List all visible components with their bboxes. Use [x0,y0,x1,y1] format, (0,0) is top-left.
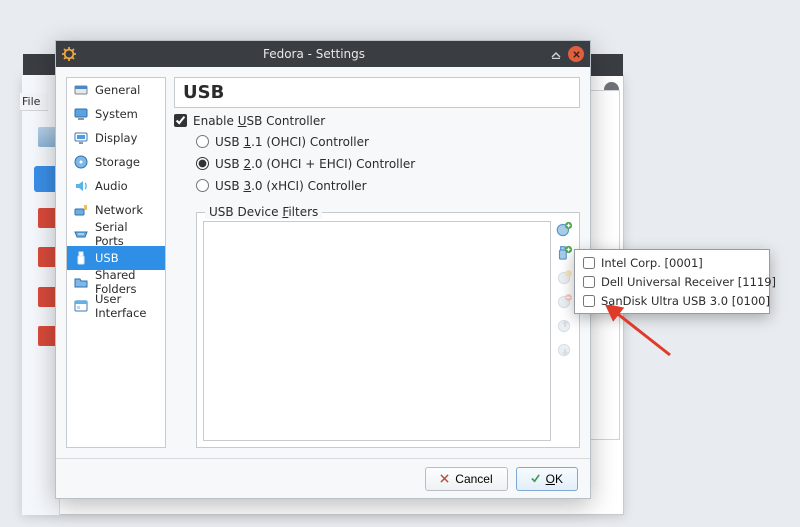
sidebar-item-display[interactable]: Display [67,126,165,150]
sidebar-item-label: Audio [95,179,128,193]
sidebar-item-usb[interactable]: USB [67,246,165,270]
settings-content-usb: USB Enable USB Controller USB 1.1 (OHCI)… [174,77,580,448]
usb-device-menuitem[interactable]: Intel Corp. [0001] [577,253,767,272]
sidebar-item-label: Network [95,203,143,217]
sidebar-item-label: Storage [95,155,140,169]
move-filter-down-button [555,341,573,359]
audio-icon [73,178,89,194]
usb-device-menuitem[interactable]: SanDisk Ultra USB 3.0 [0100] [577,291,767,310]
network-icon [73,202,89,218]
usb-device-filters-fieldset: USB Device Filters [196,212,580,448]
radio-label: USB 1.1 (OHCI) Controller [215,136,369,148]
dialog-titlebar: Fedora - Settings [56,41,590,67]
sidebar-item-label: General [95,83,140,97]
cancel-icon [440,474,449,483]
serial-ports-icon [73,226,89,242]
user-interface-icon [73,298,89,314]
minimize-button[interactable] [548,46,564,62]
sidebar-item-storage[interactable]: Storage [67,150,165,174]
usb-device-checkbox[interactable] [583,276,595,288]
shared-folders-icon [73,274,89,290]
usb-device-label: SanDisk Ultra USB 3.0 [0100] [601,294,770,308]
sidebar-item-audio[interactable]: Audio [67,174,165,198]
sidebar-item-label: System [95,107,138,121]
ok-button[interactable]: OK [516,467,578,491]
radio-label: USB 3.0 (xHCI) Controller [215,180,367,192]
checkbox-label: Enable USB Controller [193,115,325,127]
panel-heading: USB [183,82,571,103]
usb-2-0-radio-input[interactable] [196,157,209,170]
usb-device-checkbox[interactable] [583,257,595,269]
general-icon [73,82,89,98]
sidebar-item-user-interface[interactable]: User Interface [67,294,165,318]
storage-icon [73,154,89,170]
ok-icon [531,474,540,483]
usb-filters-listbox[interactable] [203,221,551,441]
usb-version-radiogroup: USB 1.1 (OHCI) Controller USB 2.0 (OHCI … [174,135,580,192]
usb-3-0-radio[interactable]: USB 3.0 (xHCI) Controller [196,179,580,192]
usb-1-1-radio[interactable]: USB 1.1 (OHCI) Controller [196,135,580,148]
usb-icon [73,250,89,266]
usb-device-menuitem[interactable]: Dell Universal Receiver [1119] [577,272,767,291]
usb-device-label: Dell Universal Receiver [1119] [601,275,776,289]
settings-dialog: Fedora - Settings General System Display [55,40,591,499]
sidebar-item-general[interactable]: General [67,78,165,102]
usb-filter-button-column [555,221,575,359]
sidebar-item-serial-ports[interactable]: Serial Ports [67,222,165,246]
add-filter-from-device-button[interactable] [555,245,573,263]
display-icon [73,130,89,146]
sidebar-item-label: User Interface [95,292,159,320]
usb-device-checkbox[interactable] [583,295,595,307]
edit-filter-button [555,269,573,287]
sidebar-item-label: USB [95,251,119,265]
sidebar-item-system[interactable]: System [67,102,165,126]
sidebar-item-shared-folders[interactable]: Shared Folders [67,270,165,294]
system-icon [73,106,89,122]
usb-3-0-radio-input[interactable] [196,179,209,192]
usb-2-0-radio[interactable]: USB 2.0 (OHCI + EHCI) Controller [196,157,580,170]
file-menu-label: File [22,95,40,108]
sidebar-item-label: Serial Ports [95,220,159,248]
button-label: OK [546,472,563,486]
close-button[interactable] [568,46,584,62]
button-label: Cancel [455,472,492,486]
sidebar-item-network[interactable]: Network [67,198,165,222]
sidebar-item-label: Display [95,131,137,145]
move-filter-up-button [555,317,573,335]
add-empty-filter-button[interactable] [555,221,573,239]
remove-filter-button [555,293,573,311]
file-menu[interactable]: File [20,93,48,111]
panel-heading-box: USB [174,77,580,108]
usb-1-1-radio-input[interactable] [196,135,209,148]
settings-sidebar: General System Display Storage Audio Net… [66,77,166,448]
radio-label: USB 2.0 (OHCI + EHCI) Controller [215,158,415,170]
dialog-title: Fedora - Settings [84,47,544,61]
enable-usb-controller-input[interactable] [174,114,187,127]
usb-device-popup: Intel Corp. [0001] Dell Universal Receiv… [574,249,770,314]
usb-device-label: Intel Corp. [0001] [601,256,703,270]
enable-usb-controller-checkbox[interactable]: Enable USB Controller [174,114,580,127]
fieldset-legend: USB Device Filters [205,205,322,219]
cancel-button[interactable]: Cancel [425,467,507,491]
dialog-footer: Cancel OK [56,458,590,498]
gear-icon [62,47,76,61]
